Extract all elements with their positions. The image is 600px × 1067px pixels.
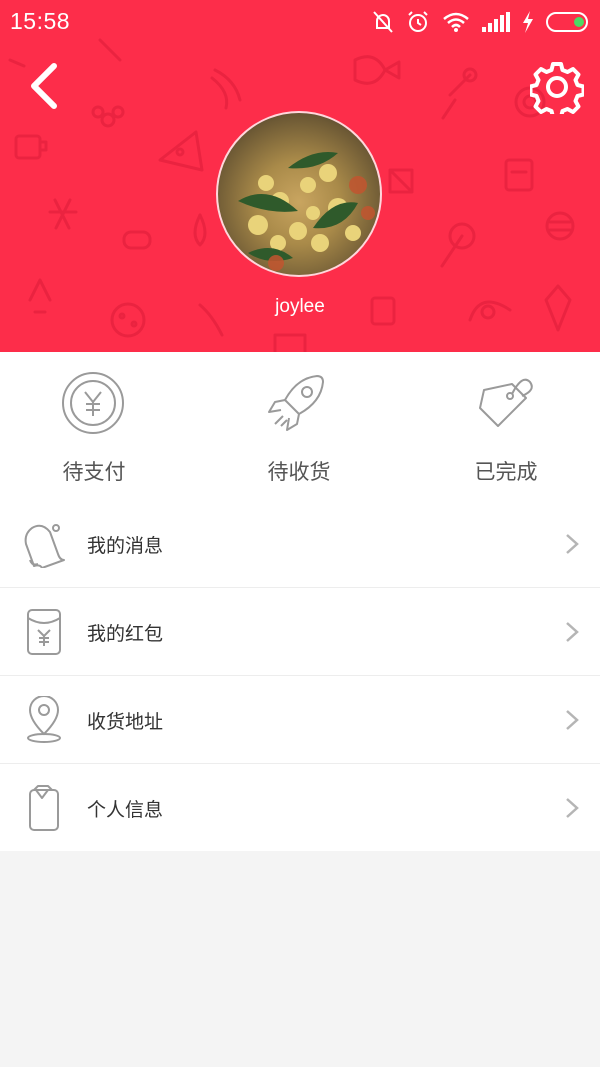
phone-info-icon <box>29 785 59 831</box>
status-bar: 15:58 <box>0 0 600 44</box>
battery-icon <box>546 12 588 32</box>
profile-header: 15:58 joylee <box>0 0 600 352</box>
red-envelope-icon <box>27 609 61 655</box>
order-pending-receipt[interactable]: 待收货 <box>205 352 405 500</box>
order-completed[interactable]: 已完成 <box>412 352 600 500</box>
chevron-right-icon <box>566 622 579 642</box>
settings-gear-icon[interactable] <box>530 60 584 114</box>
menu-label: 我的消息 <box>87 535 164 557</box>
silent-bell-icon <box>373 11 393 33</box>
status-icons <box>372 8 590 36</box>
bell-icon <box>24 524 65 568</box>
charging-icon <box>523 11 533 33</box>
menu-item-personal-info[interactable]: 个人信息 <box>0 764 600 851</box>
avatar[interactable] <box>216 111 382 277</box>
alarm-icon <box>408 11 428 32</box>
menu-item-messages[interactable]: 我的消息 <box>0 500 600 588</box>
menu-item-red-packets[interactable]: 我的红包 <box>0 588 600 676</box>
yen-coin-icon <box>62 372 124 434</box>
chevron-right-icon <box>566 798 579 818</box>
menu-item-address[interactable]: 收货地址 <box>0 676 600 764</box>
wifi-icon <box>443 12 469 32</box>
chevron-right-icon <box>566 534 579 554</box>
food-photo-image <box>238 152 375 271</box>
chevron-right-icon <box>566 710 579 730</box>
order-label: 待支付 <box>62 460 126 484</box>
menu-label: 个人信息 <box>87 799 164 821</box>
username: joylee <box>275 296 325 317</box>
order-pending-payment[interactable]: 待支付 <box>0 352 200 500</box>
status-time: 15:58 <box>10 8 71 34</box>
menu-label: 收货地址 <box>87 711 164 733</box>
menu-list: 我的消息 我的红包 收货地址 个人信息 <box>0 500 600 851</box>
location-pin-icon <box>27 696 61 743</box>
menu-label: 我的红包 <box>87 623 164 645</box>
order-label: 待收货 <box>267 460 331 484</box>
signal-icon <box>482 12 510 32</box>
tag-icon <box>479 378 533 427</box>
order-label: 已完成 <box>474 460 538 484</box>
order-status-row: 待支付 待收货 已完成 <box>0 352 600 501</box>
back-arrow-icon[interactable] <box>22 58 78 114</box>
rocket-icon <box>268 375 324 431</box>
